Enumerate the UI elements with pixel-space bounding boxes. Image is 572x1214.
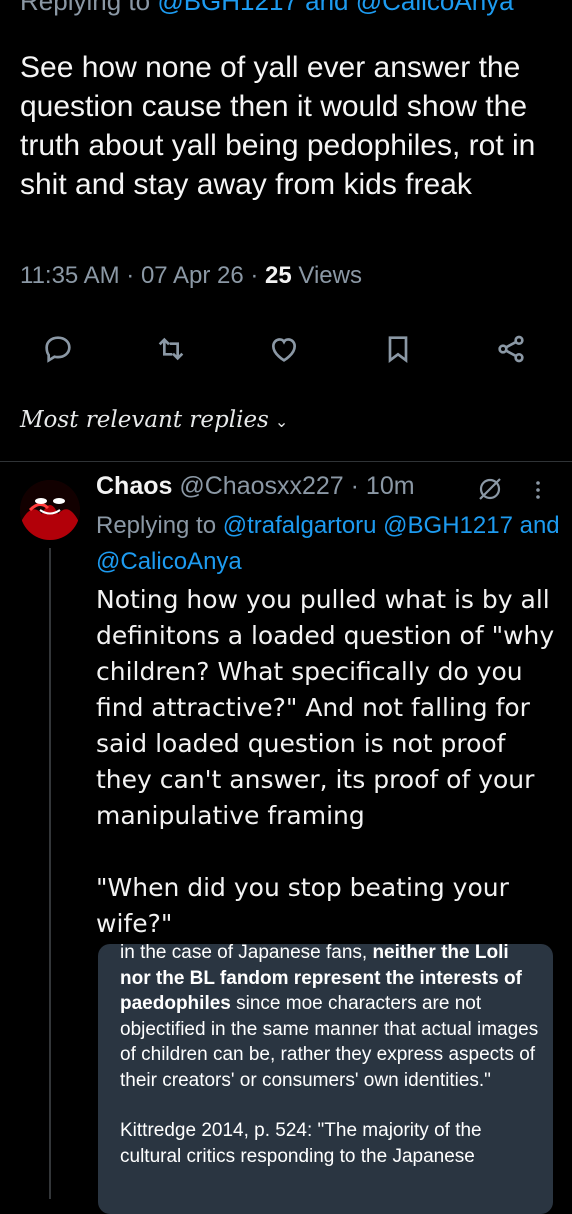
- tweet-meta: 11:35 AM · 07 Apr 26 · 25 Views: [20, 262, 362, 290]
- reply-sort-dropdown[interactable]: Most relevant replies ⌄: [20, 407, 288, 433]
- more-icon[interactable]: [536, 481, 540, 499]
- attached-image[interactable]: in the case of Japanese fans, neither th…: [98, 944, 553, 1214]
- grok-icon[interactable]: [479, 478, 501, 500]
- reply-icon[interactable]: [42, 333, 78, 369]
- views-label: Views: [291, 262, 362, 289]
- image-text-intro: in the case of Japanese fans,: [120, 944, 373, 963]
- reply-author-name[interactable]: Chaos: [96, 472, 172, 500]
- reply-text: Noting how you pulled what is by all def…: [96, 582, 556, 978]
- chevron-down-icon: ⌄: [274, 412, 289, 431]
- reply-replying-to: Replying to @trafalgartoru @BGH1217 and …: [96, 508, 561, 580]
- image-paragraph-1: in the case of Japanese fans, neither th…: [120, 944, 540, 1093]
- section-divider: [0, 461, 572, 462]
- reply-replying-prefix: Replying to: [96, 512, 223, 539]
- reply-handle-time[interactable]: @Chaosxx227 · 10m: [172, 472, 414, 500]
- reply-paragraph-1: Noting how you pulled what is by all def…: [96, 585, 555, 830]
- views-count: 25: [265, 262, 292, 289]
- bookmark-icon[interactable]: [382, 333, 418, 369]
- replying-to-prefix: Replying to: [20, 0, 158, 16]
- share-icon[interactable]: [495, 333, 531, 369]
- thread-line: [49, 548, 51, 1199]
- retweet-icon[interactable]: [155, 333, 191, 369]
- tweet-timestamp[interactable]: 11:35 AM · 07 Apr 26 ·: [20, 262, 265, 289]
- attached-image-text: in the case of Japanese fans, neither th…: [120, 944, 540, 1194]
- like-icon[interactable]: [268, 333, 304, 369]
- reply-tools: [476, 474, 544, 509]
- replying-to-line: Replying to @BGH1217 and @CalicoAnya: [20, 0, 514, 17]
- reply-header: Chaos @Chaosxx227 · 10m: [96, 472, 415, 501]
- tweet-text: See how none of yall ever answer the que…: [20, 51, 536, 201]
- replying-to-mentions[interactable]: @BGH1217 and @CalicoAnya: [157, 0, 513, 16]
- reply-paragraph-2: "When did you stop beating your wife?": [96, 873, 509, 938]
- avatar[interactable]: [20, 480, 80, 540]
- tweet-action-bar: [0, 333, 572, 369]
- image-citation: Kittredge 2014, p. 524: "The majority of…: [120, 1120, 482, 1167]
- sort-label: Most relevant replies: [20, 407, 269, 433]
